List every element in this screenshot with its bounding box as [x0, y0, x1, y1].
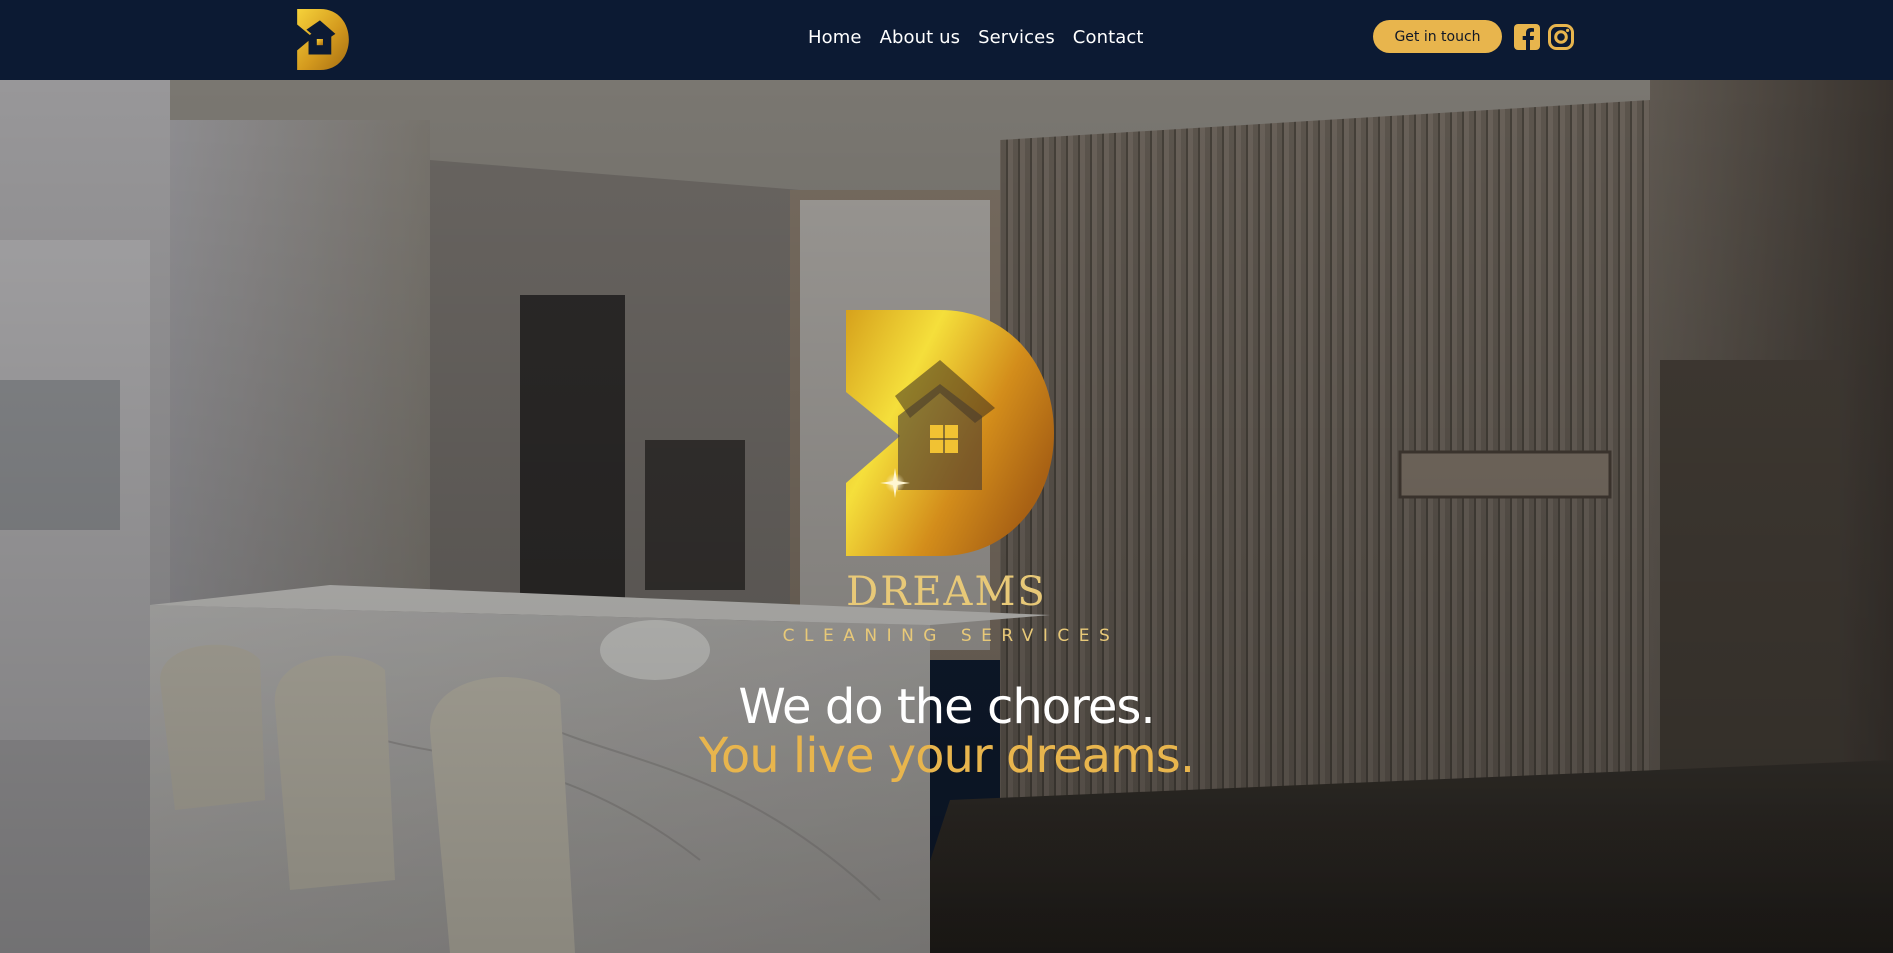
nav-services[interactable]: Services: [978, 27, 1055, 48]
instagram-icon: [1548, 24, 1574, 50]
site-header: Home About us Services Contact Get in to…: [0, 0, 1893, 80]
nav-home[interactable]: Home: [808, 27, 862, 48]
hero-headline-line1: We do the chores.: [738, 679, 1155, 735]
brand-tagline: CLEANING SERVICES: [782, 626, 1120, 646]
brand-wordmark: DREAMS: [846, 569, 1047, 615]
nav-contact[interactable]: Contact: [1073, 27, 1144, 48]
instagram-link[interactable]: [1547, 23, 1575, 51]
dreams-hero-logo-icon: [846, 310, 1054, 556]
hero-headline-line2: You live your dreams.: [698, 728, 1195, 784]
facebook-link[interactable]: [1513, 23, 1541, 51]
main-nav: Home About us Services Contact: [808, 22, 1144, 52]
facebook-icon: [1514, 24, 1540, 50]
get-in-touch-button[interactable]: Get in touch: [1373, 20, 1502, 53]
nav-about-us[interactable]: About us: [880, 27, 961, 48]
hero-section: DREAMS CLEANING SERVICES: [0, 80, 1893, 953]
brand-logo-link[interactable]: [297, 9, 349, 70]
dreams-logo-icon: [297, 9, 349, 70]
